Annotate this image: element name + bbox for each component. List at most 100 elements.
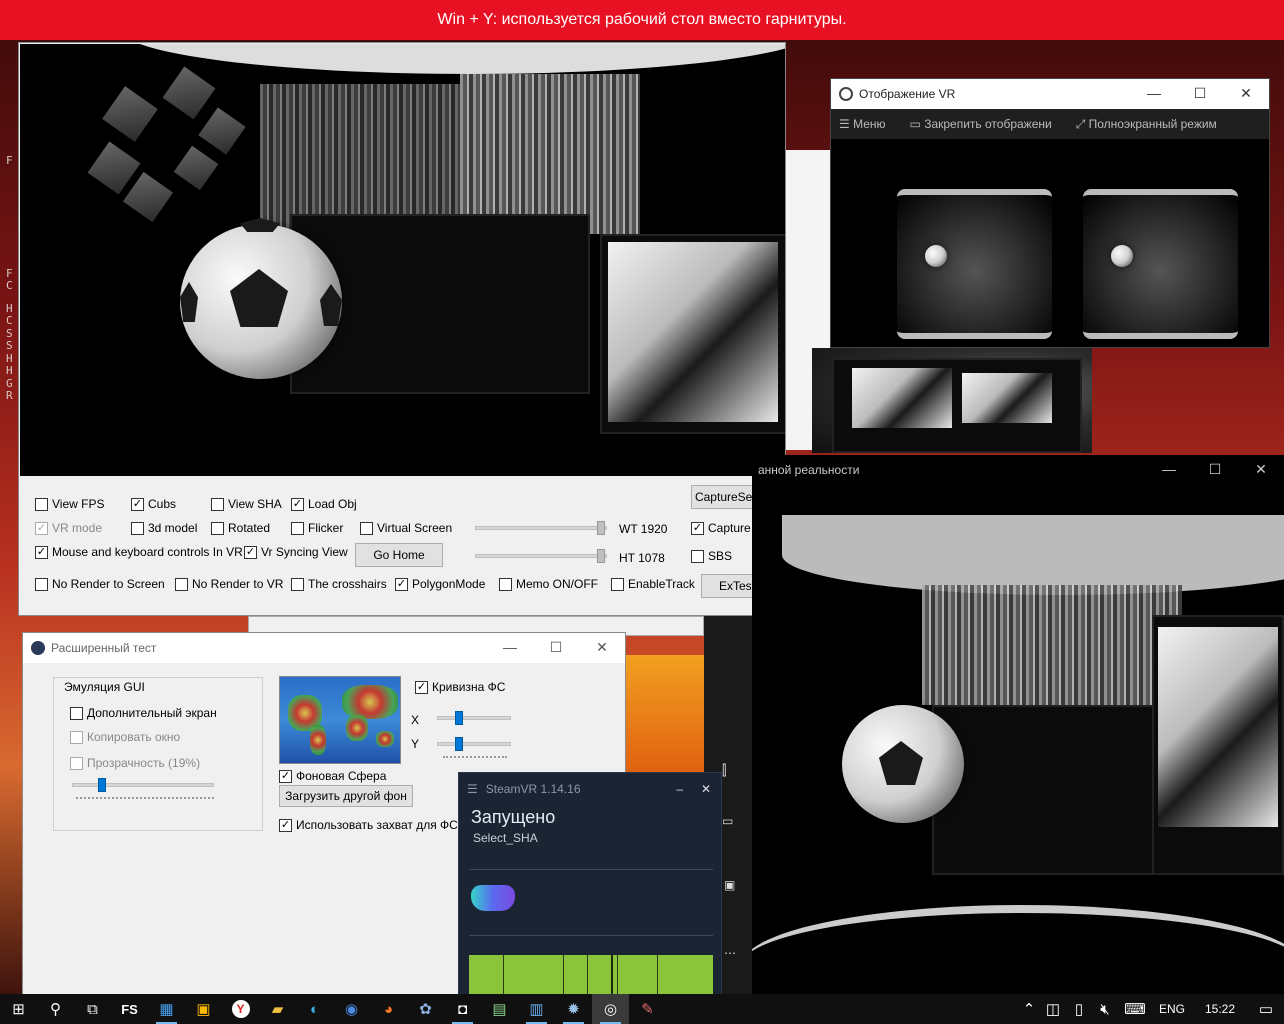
checkbox-box[interactable]: ✓ xyxy=(35,545,48,559)
checkbox-box[interactable]: ✓ xyxy=(131,497,144,511)
menu-icon[interactable]: ☰ xyxy=(467,782,478,796)
checkbox-box[interactable] xyxy=(175,577,188,591)
fs-app-icon[interactable]: FS xyxy=(111,994,148,1024)
maximize-button[interactable]: ☐ xyxy=(1177,85,1223,102)
search-icon[interactable]: ⚲ xyxy=(37,994,74,1024)
checkbox-3d-model[interactable]: 3d model xyxy=(131,521,197,535)
checkbox-box[interactable] xyxy=(211,521,224,535)
checkbox-box[interactable] xyxy=(611,577,624,591)
checkbox-box[interactable]: ✓ xyxy=(279,818,292,832)
chevron-up-icon[interactable]: ⌃ xyxy=(1018,994,1040,1024)
checkbox-box[interactable] xyxy=(691,549,704,563)
width-slider[interactable] xyxy=(475,521,607,535)
minimize-button[interactable]: — xyxy=(487,639,533,656)
checkbox-mouse-keyboard-vr[interactable]: ✓ Mouse and keyboard controls In VR xyxy=(35,545,243,559)
checkbox-view-fps[interactable]: View FPS xyxy=(35,497,104,511)
notification-icon[interactable]: ▭ xyxy=(1248,994,1284,1024)
screen-icon[interactable]: ▭ xyxy=(722,814,733,828)
pin-icon[interactable]: ⫿ xyxy=(722,762,726,779)
checkbox-box[interactable]: ✓ xyxy=(291,497,304,511)
app-icon-1[interactable]: ◉ xyxy=(333,994,370,1024)
checkbox-box[interactable] xyxy=(499,577,512,591)
menu-button[interactable]: ☰ Меню xyxy=(839,117,886,131)
checkbox-box[interactable] xyxy=(35,577,48,591)
start-icon[interactable]: ⊞ xyxy=(0,994,37,1024)
checkbox-box[interactable] xyxy=(70,706,83,720)
checkbox-box[interactable] xyxy=(291,577,304,591)
close-button[interactable]: ✕ xyxy=(1223,85,1269,102)
yandex-icon[interactable]: Y xyxy=(222,994,259,1024)
minimize-button[interactable]: – xyxy=(676,782,683,796)
language-indicator[interactable]: ENG xyxy=(1152,994,1192,1024)
checkbox-virtual-screen[interactable]: Virtual Screen xyxy=(360,521,452,535)
checkbox-view-sha[interactable]: View SHA xyxy=(211,497,282,511)
vr-window-titlebar[interactable]: Отображение VR — ☐ ✕ xyxy=(831,79,1269,109)
lock-icon[interactable]: ▣ xyxy=(724,878,735,892)
checkbox-memo[interactable]: Memo ON/OFF xyxy=(499,577,598,591)
checkbox-enable-track[interactable]: EnableTrack xyxy=(611,577,695,591)
checkbox-box[interactable]: ✓ xyxy=(279,769,292,783)
checkbox-curvature[interactable]: ✓ Кривизна ФС xyxy=(415,680,505,694)
taskview-icon[interactable]: ⧉ xyxy=(74,994,111,1024)
checkbox-sbs[interactable]: SBS xyxy=(691,549,732,563)
pin-view-button[interactable]: ▭ Закрепить отображени xyxy=(910,117,1052,131)
close-button[interactable]: ✕ xyxy=(701,782,711,796)
firefox-icon[interactable]: ◕ xyxy=(370,994,407,1024)
volume-muted-icon[interactable]: 🔇︎ xyxy=(1092,994,1118,1024)
y-curvature-slider[interactable] xyxy=(437,737,511,751)
clock[interactable]: 15:22 xyxy=(1192,994,1248,1024)
window-app-icon-2[interactable]: ▥ xyxy=(518,994,555,1024)
ext-window-titlebar[interactable]: Расширенный тест — ☐ ✕ xyxy=(23,633,625,663)
checkbox-box[interactable] xyxy=(211,497,224,511)
headset-icon[interactable] xyxy=(471,885,515,911)
go-home-button[interactable]: Go Home xyxy=(355,543,443,567)
window-app-icon[interactable]: ▦ xyxy=(148,994,185,1024)
terminal-icon[interactable]: ▤ xyxy=(481,994,518,1024)
slider-thumb[interactable] xyxy=(98,778,106,792)
height-slider[interactable] xyxy=(475,549,607,563)
checkbox-cubs[interactable]: ✓ Cubs xyxy=(131,497,176,511)
camera-viewport[interactable] xyxy=(20,44,785,476)
checkbox-capture[interactable]: ✓ Capture xyxy=(691,521,751,535)
store-icon[interactable]: ▣ xyxy=(185,994,222,1024)
headset-tray-icon[interactable]: ◫ xyxy=(1040,994,1066,1024)
checkbox-crosshairs[interactable]: The crosshairs xyxy=(291,577,387,591)
checkbox-box[interactable] xyxy=(131,521,144,535)
checkbox-box[interactable] xyxy=(291,521,304,535)
vr-app-icon[interactable]: ◘ xyxy=(444,994,481,1024)
checkbox-flicker[interactable]: Flicker xyxy=(291,521,343,535)
x-curvature-slider[interactable] xyxy=(437,711,511,725)
steamvr-titlebar[interactable]: ☰ SteamVR 1.14.16 – ✕ xyxy=(459,773,721,805)
checkbox-polygon-mode[interactable]: ✓ PolygonMode xyxy=(395,577,485,591)
network-icon[interactable]: ▯ xyxy=(1066,994,1092,1024)
edge-icon[interactable]: ◐ xyxy=(296,994,333,1024)
maximize-button[interactable]: ☐ xyxy=(1192,461,1238,478)
folder-icon[interactable]: ▰ xyxy=(259,994,296,1024)
close-button[interactable]: ✕ xyxy=(1238,461,1284,478)
maximize-button[interactable]: ☐ xyxy=(533,639,579,656)
checkbox-box[interactable]: ✓ xyxy=(691,521,704,535)
slider-thumb[interactable] xyxy=(597,549,605,563)
transparency-slider[interactable] xyxy=(72,778,214,792)
paint-icon[interactable]: ✎ xyxy=(629,994,666,1024)
checkbox-no-render-vr[interactable]: No Render to VR xyxy=(175,577,283,591)
checkbox-box[interactable] xyxy=(35,497,48,511)
minimize-button[interactable]: — xyxy=(1131,85,1177,102)
close-button[interactable]: ✕ xyxy=(579,639,625,656)
minimize-button[interactable]: — xyxy=(1146,461,1192,478)
steam-icon[interactable]: ✹ xyxy=(555,994,592,1024)
keyboard-icon[interactable]: ⌨ xyxy=(1118,994,1152,1024)
checkbox-box[interactable] xyxy=(360,521,373,535)
load-background-button[interactable]: Загрузить другой фон xyxy=(279,785,413,807)
fullscreen-button[interactable]: ⤢ Полноэкранный режим xyxy=(1076,117,1217,132)
checkbox-no-render-screen[interactable]: No Render to Screen xyxy=(35,577,165,591)
checkbox-box[interactable]: ✓ xyxy=(395,577,408,591)
checkbox-rotated[interactable]: Rotated xyxy=(211,521,270,535)
slider-thumb[interactable] xyxy=(455,737,463,751)
checkbox-load-obj[interactable]: ✓ Load Obj xyxy=(291,497,357,511)
mr-window-titlebar[interactable]: анной реальности — ☐ ✕ xyxy=(752,455,1284,485)
slider-thumb[interactable] xyxy=(455,711,463,725)
app-icon-2[interactable]: ✿ xyxy=(407,994,444,1024)
checkbox-vr-syncing-view[interactable]: ✓ Vr Syncing View xyxy=(244,545,348,559)
steamvr-icon[interactable]: ◎ xyxy=(592,994,629,1024)
